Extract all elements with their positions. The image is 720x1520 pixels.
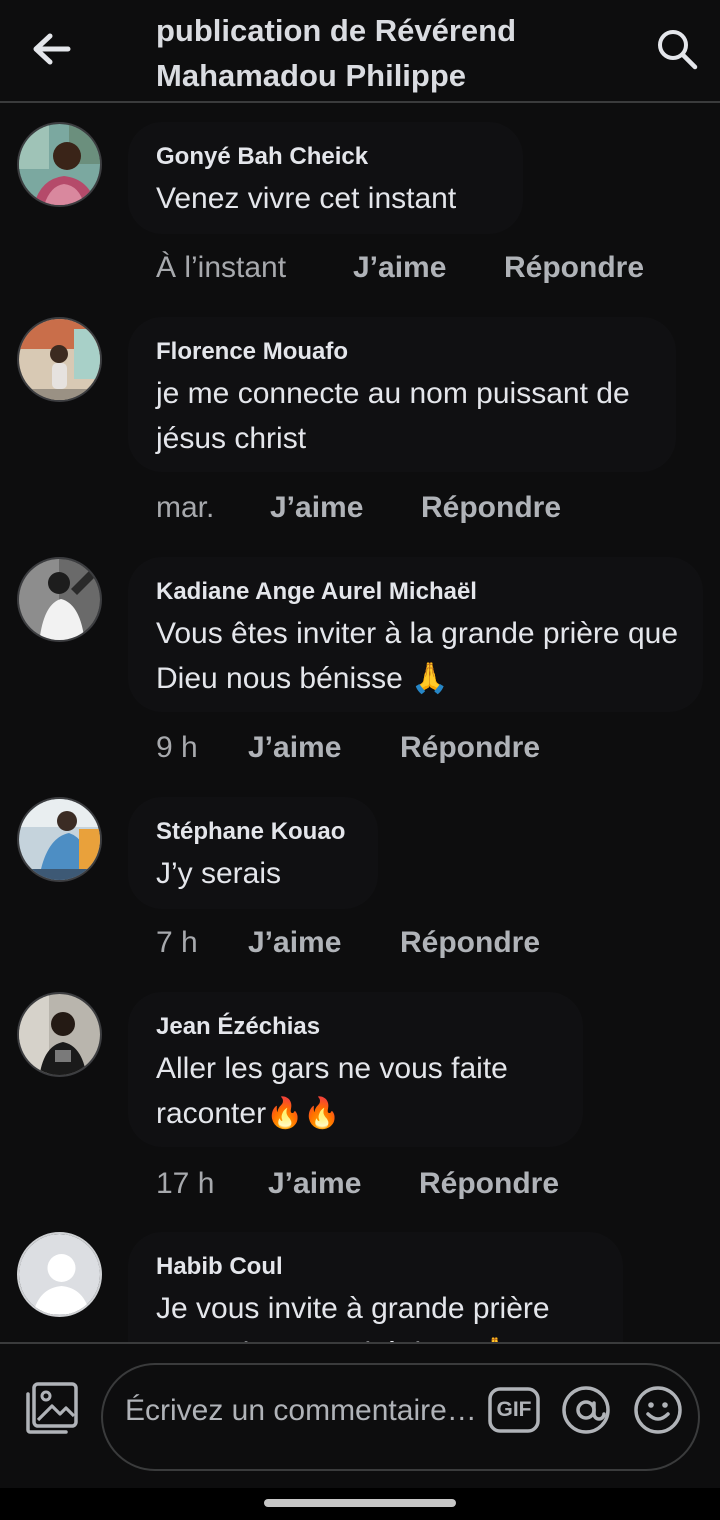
back-button[interactable]: [28, 28, 76, 70]
comment-bubble: Jean Ézéchias Aller les gars ne vous fai…: [128, 992, 583, 1147]
comment-author[interactable]: Gonyé Bah Cheick: [156, 142, 495, 172]
comment-input-placeholder: Écrivez un commentaire…: [125, 1394, 477, 1427]
reply-button[interactable]: Répondre: [504, 248, 644, 288]
reply-button[interactable]: Répondre: [400, 728, 540, 768]
avatar[interactable]: [17, 557, 102, 642]
comment-author[interactable]: Jean Ézéchias: [156, 1012, 555, 1042]
comment-time: mar.: [156, 491, 215, 524]
comment-text: Vous êtes inviter à la grande prière que…: [156, 617, 678, 695]
default-avatar-icon: [19, 1234, 100, 1315]
comment-composer: Écrivez un commentaire… GIF: [0, 1342, 720, 1488]
comment-text: Je vous invite à grande prière Que Dieu …: [156, 1292, 550, 1342]
comment-author[interactable]: Stéphane Kouao: [156, 817, 350, 847]
comment-time: 7 h: [156, 926, 198, 959]
like-button[interactable]: J’aime: [248, 728, 341, 768]
comment-text: Venez vivre cet instant: [156, 182, 457, 215]
comment-input[interactable]: Écrivez un commentaire… GIF: [101, 1363, 700, 1471]
photo-button[interactable]: [24, 1380, 80, 1436]
arrow-left-icon: [33, 33, 71, 65]
gif-button[interactable]: GIF: [487, 1383, 541, 1437]
avatar[interactable]: [17, 797, 102, 882]
like-button[interactable]: J’aime: [248, 923, 341, 963]
avatar[interactable]: [17, 317, 102, 402]
comment-bubble: Kadiane Ange Aurel Michaël Vous êtes inv…: [128, 557, 703, 712]
comment-author[interactable]: Kadiane Ange Aurel Michaël: [156, 577, 675, 607]
home-indicator[interactable]: [264, 1499, 456, 1507]
gif-label: GIF: [496, 1398, 532, 1421]
search-icon: [658, 30, 698, 70]
system-navigation-bar: [0, 1488, 720, 1520]
page-title: publication de Révérend Mahamadou Philip…: [156, 13, 517, 93]
comment-time: 9 h: [156, 731, 198, 764]
comment-author[interactable]: Habib Coul: [156, 1252, 595, 1282]
photo-icon: [26, 1382, 78, 1434]
comment-bubble: Florence Mouafo je me connecte au nom pu…: [128, 317, 676, 472]
comment-time: À l’instant: [156, 251, 287, 284]
like-button[interactable]: J’aime: [270, 488, 363, 528]
comment-text: J’y serais: [156, 857, 282, 890]
comments-screen: publication de Révérend Mahamadou Philip…: [0, 0, 720, 1520]
avatar[interactable]: [17, 122, 102, 207]
reply-button[interactable]: Répondre: [400, 923, 540, 963]
smiley-icon: [634, 1386, 682, 1434]
avatar[interactable]: [17, 1232, 102, 1317]
reply-button[interactable]: Répondre: [419, 1164, 559, 1204]
search-button[interactable]: [652, 26, 702, 72]
comment-time: 17 h: [156, 1167, 215, 1200]
comment-author[interactable]: Florence Mouafo: [156, 337, 648, 367]
like-button[interactable]: J’aime: [268, 1164, 361, 1204]
comments-list[interactable]: Gonyé Bah Cheick Venez vivre cet instant…: [0, 104, 720, 1342]
header-bar: publication de Révérend Mahamadou Philip…: [0, 0, 720, 103]
reply-button[interactable]: Répondre: [421, 488, 561, 528]
comment-bubble: Gonyé Bah Cheick Venez vivre cet instant: [128, 122, 523, 234]
comment-bubble: Stéphane Kouao J’y serais: [128, 797, 378, 909]
comment-text: je me connecte au nom puissant de jésus …: [156, 377, 630, 455]
avatar[interactable]: [17, 992, 102, 1077]
at-sign-icon: [562, 1386, 610, 1434]
emoji-button[interactable]: [631, 1383, 685, 1437]
like-button[interactable]: J’aime: [353, 248, 446, 288]
mention-button[interactable]: [559, 1383, 613, 1437]
comment-bubble: Habib Coul Je vous invite à grande prièr…: [128, 1232, 623, 1342]
comment-text: Aller les gars ne vous faite raconter🔥🔥: [156, 1052, 508, 1130]
